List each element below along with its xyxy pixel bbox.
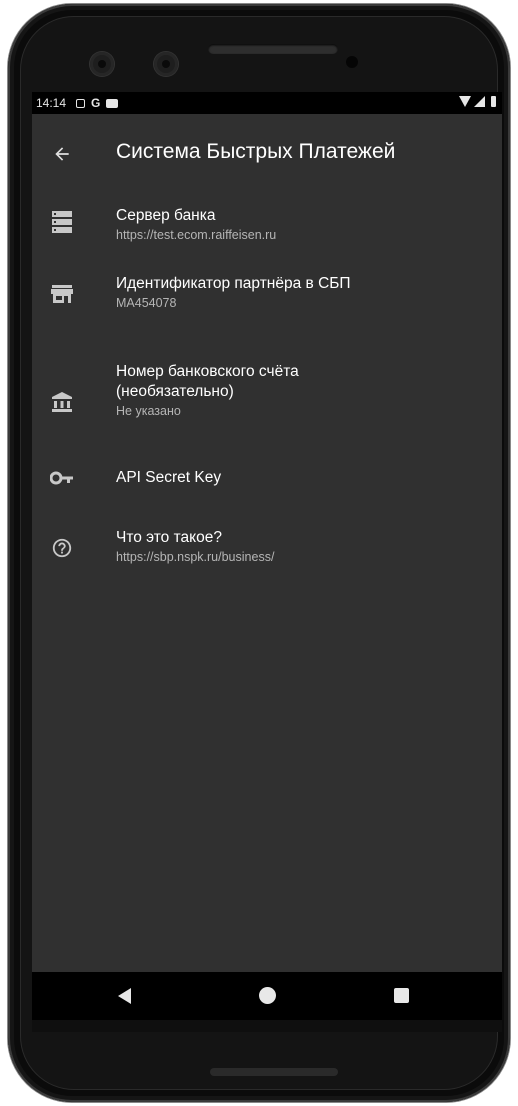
arrow-back-icon [55,147,69,161]
setting-title: API Secret Key [116,469,222,486]
screen-bottom-edge [32,1020,502,1032]
screen: 14:14 G Система Быстрых Платежей Сервер … [32,92,502,1032]
page-title: Система Быстрых Платежей [116,140,396,163]
front-camera-right [154,52,178,76]
setting-summary: MA454078 [116,296,177,310]
setting-title: Сервер банка [116,207,216,224]
setting-summary: https://test.ecom.raiffeisen.ru [116,228,277,242]
nav-recents-icon[interactable] [394,988,409,1003]
setting-title: Идентификатор партнёра в СБП [116,275,351,292]
setting-summary: https://sbp.nspk.ru/business/ [116,550,275,564]
setting-title: Что это такое? [116,529,222,546]
front-camera-left [90,52,114,76]
back-button[interactable] [46,138,78,170]
setting-partner-id[interactable]: Идентификатор партнёра в СБП MA454078 [32,274,502,362]
store-icon [50,282,74,306]
battery-icon [491,96,496,107]
status-time: 14:14 [36,96,67,110]
wifi-icon [459,96,471,107]
notification-icons: G [76,96,119,110]
proximity-sensor [346,56,358,68]
status-bar: 14:14 G [32,92,502,114]
setting-bank-server[interactable]: Сервер банка https://test.ecom.raiffeise… [32,192,502,274]
setting-title: Номер банковского счёта (необязательно) [116,363,299,400]
system-icons [459,96,496,107]
earpiece-speaker [208,44,338,54]
key-icon [50,466,74,490]
notification-box-icon [76,98,86,108]
app-bar: Система Быстрых Платежей [32,114,502,192]
nav-home-icon[interactable] [259,987,276,1004]
bottom-speaker [210,1068,338,1076]
settings-list: Сервер банка https://test.ecom.raiffeise… [32,192,502,598]
setting-summary: Не указано [116,404,181,418]
navigation-bar [32,972,502,1020]
setting-api-secret-key[interactable]: API Secret Key [32,468,502,528]
nav-back-icon[interactable] [118,988,131,1004]
setting-what-is-this[interactable]: Что это такое? https://sbp.nspk.ru/busin… [32,528,502,598]
help-circle-icon [50,536,74,560]
bank-icon [50,390,74,414]
signal-icon [474,96,485,107]
setting-bank-account[interactable]: Номер банковского счёта (необязательно) … [32,362,502,468]
google-icon: G [91,96,101,110]
server-icon [50,210,74,234]
youtube-icon [106,98,119,108]
